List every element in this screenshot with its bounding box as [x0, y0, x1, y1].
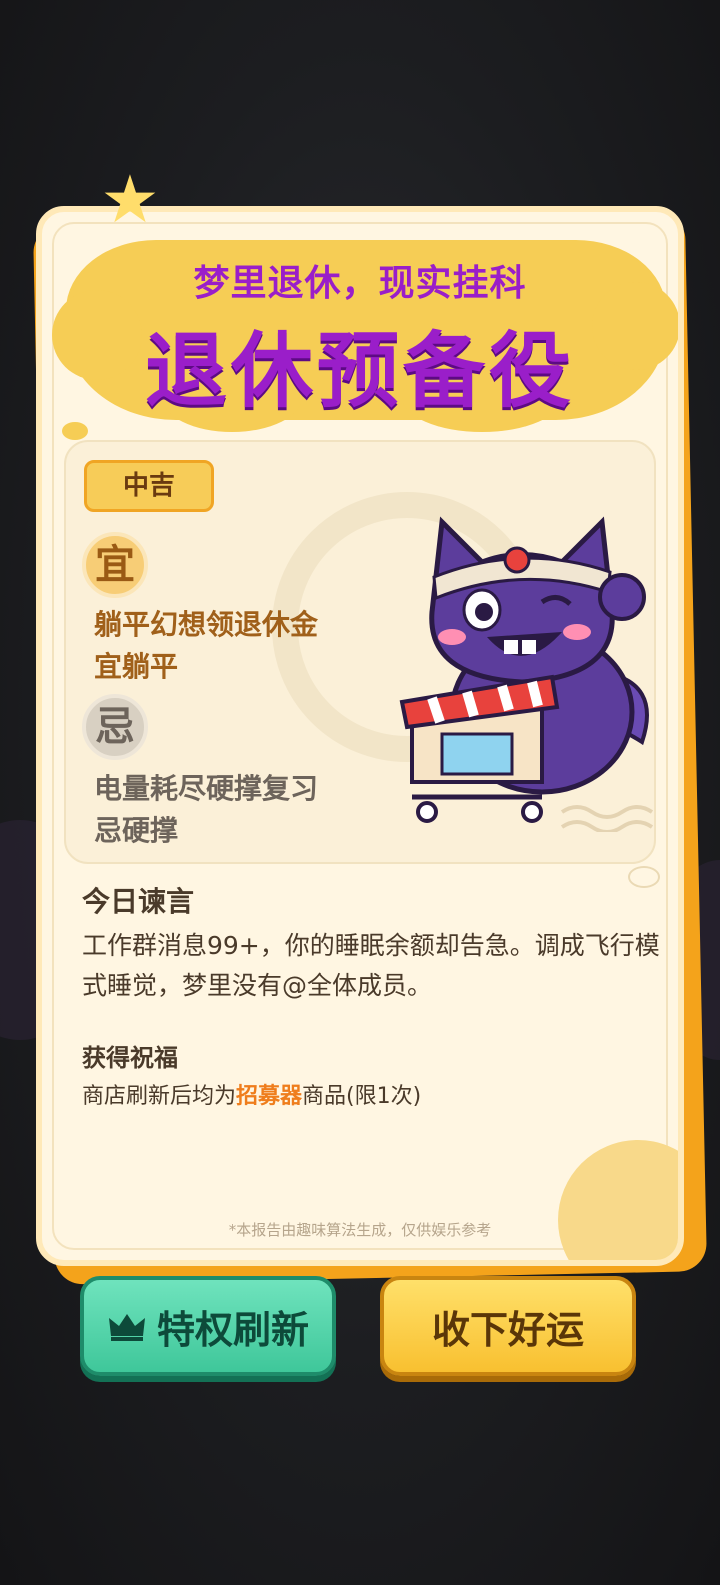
card-title: 退休预备役: [144, 324, 575, 419]
yi-line: 躺平幻想领退休金: [94, 608, 319, 641]
fortune-card: 梦里退休，现实挂科 退休预备役 中吉 宜 躺平幻想领退休金 宜躺平 忌 电量耗尽…: [36, 206, 684, 1266]
ji-list: 电量耗尽硬撑复习 忌硬撑: [94, 768, 318, 852]
ji-line: 电量耗尽硬撑复习: [94, 772, 319, 805]
crown-icon: [108, 1314, 145, 1341]
blessing-highlight: 招募器: [236, 1084, 303, 1109]
accept-luck-button[interactable]: 收下好运: [380, 1276, 636, 1376]
yi-line: 宜躺平: [94, 650, 179, 683]
yi-icon: 宜: [82, 532, 148, 598]
accept-luck-label: 收下好运: [431, 1307, 584, 1352]
card-subtitle: 梦里退休，现实挂科: [193, 263, 527, 304]
cat-mascot-illustration: [372, 502, 672, 834]
ji-icon: 忌: [82, 694, 148, 760]
advice-title: 今日谏言: [82, 885, 195, 918]
yi-list: 躺平幻想领退休金 宜躺平: [94, 604, 318, 688]
star-icon: ★: [100, 161, 160, 238]
blessing-text: 商店刷新后均为招募器商品(限1次): [82, 1084, 422, 1109]
fortune-level-badge: 中吉: [84, 460, 214, 512]
privilege-refresh-label: 特权刷新: [156, 1307, 309, 1352]
ji-line: 忌硬撑: [94, 814, 179, 847]
disclaimer-text: *本报告由趣味算法生成，仅供娱乐参考: [228, 1221, 492, 1239]
advice-text: 工作群消息99+，你的睡眠余额却告急。调成飞行模式睡觉，梦里没有@全体成员。: [82, 931, 660, 1000]
privilege-refresh-button[interactable]: 特权刷新: [80, 1276, 336, 1376]
blessing-title: 获得祝福: [82, 1044, 178, 1072]
